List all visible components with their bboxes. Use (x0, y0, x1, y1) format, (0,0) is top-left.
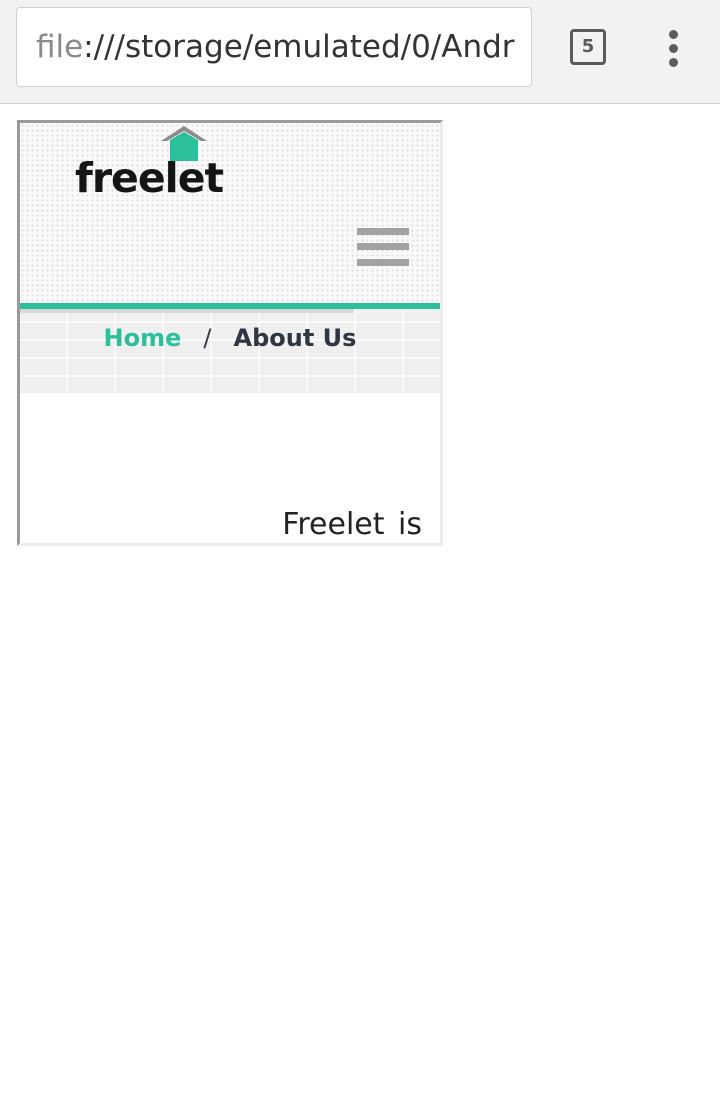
breadcrumb-banner: Home / About Us (20, 309, 440, 393)
tab-count-label: 5 (581, 36, 595, 57)
logo-text: freelet (75, 154, 224, 202)
breadcrumb-home-link[interactable]: Home (104, 324, 182, 352)
breadcrumb: Home / About Us (20, 323, 440, 353)
site-header: freelet (20, 123, 440, 303)
breadcrumb-separator: / (203, 324, 212, 352)
breadcrumb-current: About Us (233, 324, 357, 352)
overflow-menu-icon[interactable] (664, 30, 684, 67)
about-intro-text: Freelet is (282, 507, 422, 542)
page-viewport: freelet Home / About Us Freelet is (17, 120, 443, 546)
hamburger-menu-icon[interactable] (357, 228, 409, 268)
tab-switcher-button[interactable]: 5 (570, 29, 606, 65)
browser-toolbar: file:///storage/emulated/0/Andr 5 (0, 0, 720, 104)
url-scheme: file (36, 29, 84, 65)
url-path: :///storage/emulated/0/Andr (83, 29, 515, 65)
banner-strip (20, 309, 354, 313)
url-bar[interactable]: file:///storage/emulated/0/Andr (16, 7, 532, 87)
page-content: Freelet is (20, 393, 440, 543)
site-logo[interactable]: freelet (75, 126, 224, 206)
